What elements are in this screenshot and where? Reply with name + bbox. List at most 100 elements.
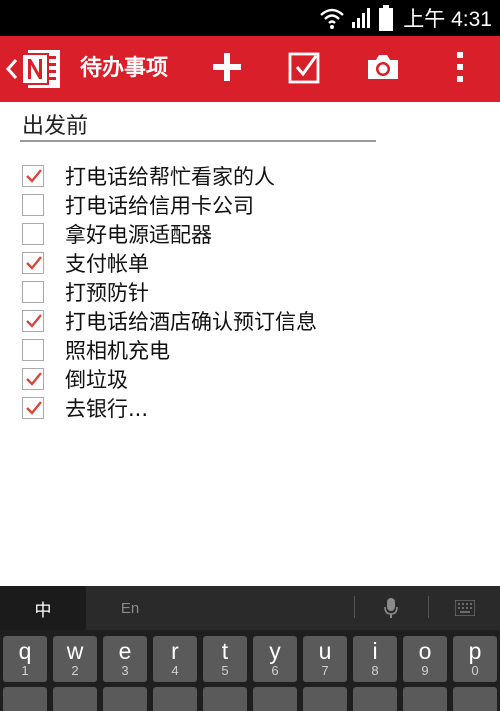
keyboard-key[interactable] bbox=[103, 687, 147, 711]
todo-item[interactable]: 打电话给信用卡公司 bbox=[22, 190, 317, 219]
key-number: 0 bbox=[471, 663, 479, 678]
key-number: 6 bbox=[271, 663, 279, 678]
todo-text[interactable]: 打电话给帮忙看家的人 bbox=[65, 161, 275, 191]
todo-text[interactable]: 照相机充电 bbox=[65, 335, 170, 365]
plus-icon bbox=[212, 52, 242, 86]
key-e[interactable]: e3 bbox=[103, 636, 147, 682]
check-mark-icon bbox=[26, 313, 42, 328]
key-number: 7 bbox=[321, 663, 329, 678]
keyboard-row-2 bbox=[0, 687, 500, 711]
todo-text[interactable]: 打电话给信用卡公司 bbox=[65, 190, 254, 220]
key-number: 4 bbox=[171, 663, 179, 678]
todo-item[interactable]: 打电话给酒店确认预订信息 bbox=[22, 306, 317, 335]
key-u[interactable]: u7 bbox=[303, 636, 347, 682]
todo-item[interactable]: 倒垃圾 bbox=[22, 364, 317, 393]
keyboard-key[interactable] bbox=[453, 687, 497, 711]
key-letter: q bbox=[18, 638, 32, 664]
key-letter: o bbox=[418, 638, 432, 664]
key-number: 8 bbox=[371, 663, 379, 678]
todo-item[interactable]: 打预防针 bbox=[22, 277, 317, 306]
todo-list: 打电话给帮忙看家的人 打电话给信用卡公司 拿好电源适配器 支付帐单 打预防针 打… bbox=[22, 161, 317, 422]
todo-item[interactable]: 照相机充电 bbox=[22, 335, 317, 364]
todo-item[interactable]: 打电话给帮忙看家的人 bbox=[22, 161, 317, 190]
microphone-icon[interactable] bbox=[368, 586, 414, 630]
key-number: 3 bbox=[121, 663, 129, 678]
overflow-menu-button[interactable] bbox=[430, 36, 490, 102]
todo-checkbox[interactable] bbox=[22, 309, 44, 332]
status-bar: 上午 4:31 bbox=[0, 0, 500, 36]
keyboard-key[interactable] bbox=[203, 687, 247, 711]
keyboard-key[interactable] bbox=[53, 687, 97, 711]
key-number: 2 bbox=[71, 663, 79, 678]
check-mark-icon bbox=[26, 371, 42, 386]
keyboard-grid-icon[interactable] bbox=[442, 586, 488, 630]
key-i[interactable]: i8 bbox=[353, 636, 397, 682]
status-icons: 上午 4:31 bbox=[319, 0, 492, 36]
checkbox-icon bbox=[288, 50, 322, 88]
todo-item[interactable]: 拿好电源适配器 bbox=[22, 219, 317, 248]
key-r[interactable]: r4 bbox=[153, 636, 197, 682]
todo-text[interactable]: 支付帐单 bbox=[65, 248, 149, 278]
todo-text[interactable]: 打预防针 bbox=[65, 277, 149, 307]
keyboard-key[interactable] bbox=[253, 687, 297, 711]
add-button[interactable] bbox=[197, 36, 257, 102]
toolbar-divider bbox=[354, 596, 355, 618]
key-w[interactable]: w2 bbox=[53, 636, 97, 682]
check-mark-icon bbox=[26, 255, 42, 270]
todo-checkbox[interactable] bbox=[22, 396, 44, 419]
keyboard-key[interactable] bbox=[353, 687, 397, 711]
key-t[interactable]: t5 bbox=[203, 636, 247, 682]
keyboard-key[interactable] bbox=[303, 687, 347, 711]
keyboard-key[interactable] bbox=[403, 687, 447, 711]
camera-icon bbox=[366, 53, 400, 85]
key-letter: w bbox=[66, 638, 84, 664]
note-title[interactable]: 出发前 bbox=[22, 108, 88, 140]
todo-text[interactable]: 倒垃圾 bbox=[65, 364, 128, 394]
back-chevron-icon[interactable] bbox=[4, 54, 20, 84]
battery-icon bbox=[379, 5, 394, 31]
key-letter: p bbox=[468, 638, 482, 664]
action-bar: 待办事项 bbox=[0, 36, 500, 102]
key-number: 9 bbox=[421, 663, 429, 678]
page-title: 待办事项 bbox=[80, 56, 169, 81]
onenote-logo[interactable] bbox=[20, 48, 64, 90]
status-time: 上午 4:31 bbox=[403, 8, 492, 31]
check-mark-icon bbox=[26, 400, 42, 415]
todo-text[interactable]: 去银行... bbox=[65, 393, 148, 423]
todo-checkbox-button[interactable] bbox=[275, 36, 335, 102]
todo-checkbox[interactable] bbox=[22, 251, 44, 274]
todo-item[interactable]: 支付帐单 bbox=[22, 248, 317, 277]
todo-item[interactable]: 去银行... bbox=[22, 393, 317, 422]
todo-checkbox[interactable] bbox=[22, 338, 44, 361]
todo-checkbox[interactable] bbox=[22, 280, 44, 303]
key-letter: e bbox=[118, 638, 132, 664]
todo-checkbox[interactable] bbox=[22, 367, 44, 390]
todo-checkbox[interactable] bbox=[22, 193, 44, 216]
toolbar-divider bbox=[428, 596, 429, 618]
key-number: 1 bbox=[21, 663, 29, 678]
key-o[interactable]: o9 bbox=[403, 636, 447, 682]
keyboard-key[interactable] bbox=[3, 687, 47, 711]
camera-button[interactable] bbox=[353, 36, 413, 102]
todo-checkbox[interactable] bbox=[22, 222, 44, 245]
key-q[interactable]: q1 bbox=[3, 636, 47, 682]
keyboard-toolbar: 中 En bbox=[0, 586, 500, 630]
check-mark-icon bbox=[26, 168, 42, 183]
todo-text[interactable]: 拿好电源适配器 bbox=[65, 219, 212, 249]
key-letter: y bbox=[269, 638, 281, 664]
todo-text[interactable]: 打电话给酒店确认预订信息 bbox=[65, 306, 317, 336]
keyboard-key[interactable] bbox=[153, 687, 197, 711]
key-letter: u bbox=[318, 638, 332, 664]
title-divider bbox=[20, 140, 376, 142]
keyboard-tab-chinese[interactable]: 中 bbox=[0, 586, 86, 630]
key-number: 5 bbox=[221, 663, 229, 678]
key-letter: r bbox=[171, 638, 179, 664]
todo-checkbox[interactable] bbox=[22, 164, 44, 187]
wifi-icon bbox=[319, 6, 345, 30]
key-letter: t bbox=[221, 638, 229, 664]
key-y[interactable]: y6 bbox=[253, 636, 297, 682]
key-p[interactable]: p0 bbox=[453, 636, 497, 682]
soft-keyboard: 中 En q1 w 2 e 3 r 4 t 5 y 6 u 7 i 8 o 9 … bbox=[0, 586, 500, 711]
signal-icon bbox=[351, 6, 373, 30]
keyboard-tab-english[interactable]: En bbox=[100, 586, 160, 630]
